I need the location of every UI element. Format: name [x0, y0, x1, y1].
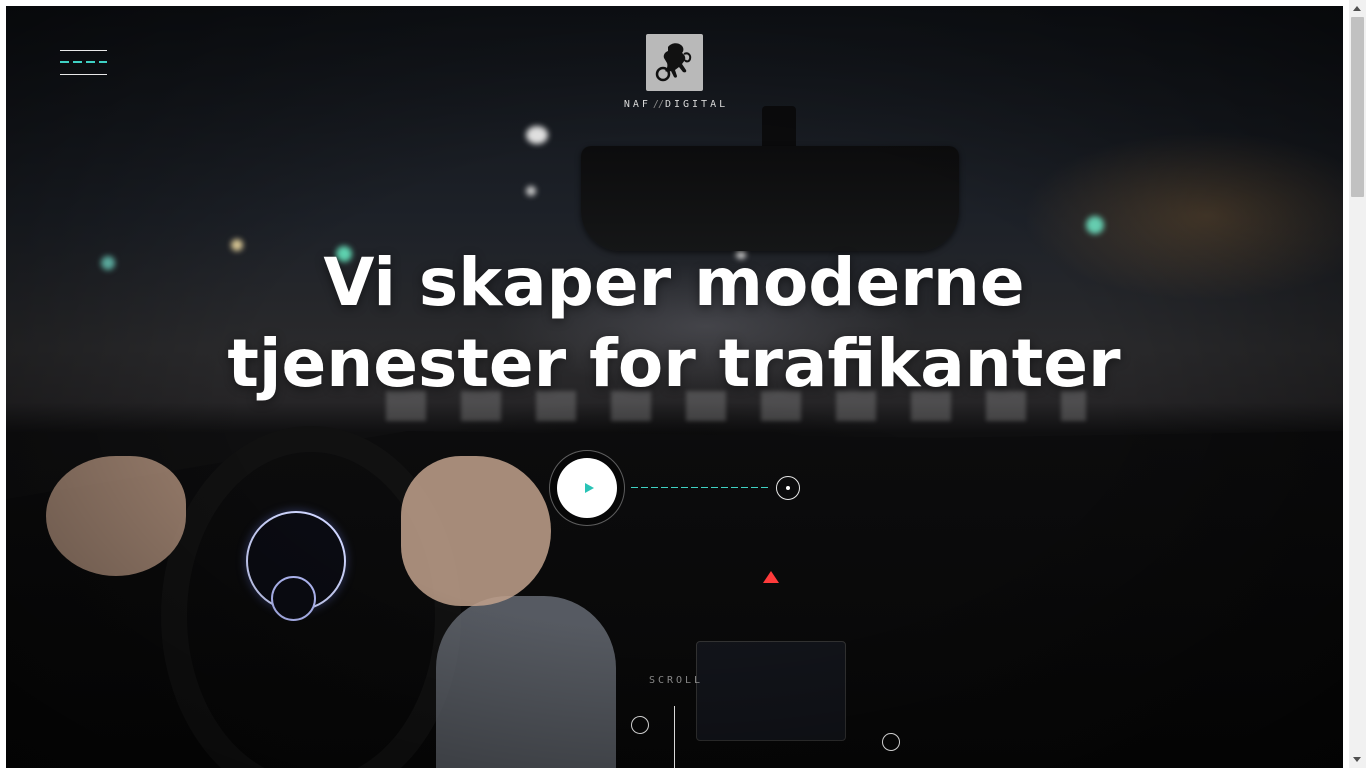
scroll-label: SCROLL [648, 675, 704, 686]
scroll-down-arrow-icon[interactable] [1353, 757, 1361, 762]
background-speedometer [246, 511, 346, 611]
logo-text-left: NAF [623, 99, 651, 110]
logo[interactable] [646, 34, 703, 91]
logo-separator: // [652, 99, 664, 110]
menu-button[interactable] [60, 50, 108, 76]
background-light [526, 186, 536, 196]
hamburger-menu-icon-bottom-line [60, 74, 107, 75]
hero-headline: Vi skaper moderne tjenester for trafikan… [174, 242, 1174, 404]
play-video-button[interactable] [557, 458, 617, 518]
logo-text-right: DIGITAL [664, 99, 729, 110]
background-rearview-mirror [581, 146, 959, 251]
hero-headline-line2: tjenester for trafikanter [227, 325, 1121, 402]
page-scrollbar[interactable] [1349, 0, 1366, 768]
background-small-gauge [271, 576, 316, 621]
scroll-indicator-line[interactable] [674, 706, 675, 768]
background-steering-wheel [161, 426, 461, 768]
background-left-hand [46, 456, 186, 576]
video-progress-track[interactable] [631, 487, 771, 488]
background-right-hand [401, 456, 551, 606]
background-sleeve [436, 596, 616, 768]
background-infotainment-screen [696, 641, 846, 741]
hero-headline-line1: Vi skaper moderne [323, 244, 1025, 321]
lion-emblem-icon [655, 43, 692, 82]
hero-section: NAF//DIGITAL Vi skaper moderne tjenester… [6, 6, 1343, 768]
play-icon [585, 483, 594, 493]
background-hazard-icon [763, 571, 779, 583]
hamburger-menu-icon-accent-line [60, 61, 107, 63]
hamburger-menu-icon [60, 50, 107, 51]
progress-end-dot-icon[interactable] [776, 476, 800, 500]
circle-control-icon [631, 716, 649, 734]
circle-control-icon [882, 733, 900, 751]
scrollbar-thumb[interactable] [1351, 17, 1364, 197]
background-light [101, 256, 115, 270]
background-light [1086, 216, 1104, 234]
background-mirror-mount [762, 106, 796, 156]
background-light [526, 126, 548, 144]
scroll-up-arrow-icon[interactable] [1353, 6, 1361, 11]
logo-text[interactable]: NAF//DIGITAL [606, 99, 746, 110]
